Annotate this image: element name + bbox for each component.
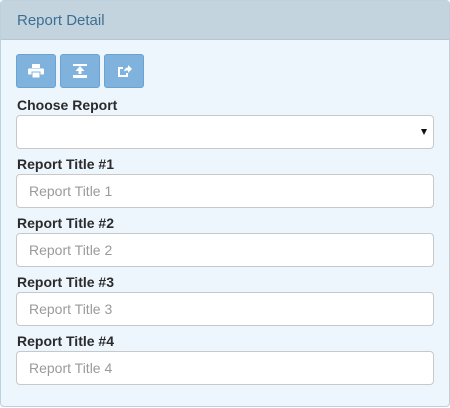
report-title-2-label: Report Title #2 bbox=[17, 215, 114, 231]
print-button[interactable] bbox=[16, 54, 56, 88]
export-icon bbox=[72, 64, 88, 78]
share-button[interactable] bbox=[104, 54, 144, 88]
report-title-4-label: Report Title #4 bbox=[17, 333, 114, 349]
choose-report-select[interactable] bbox=[16, 115, 434, 149]
caret-down-icon bbox=[421, 129, 427, 135]
report-title-1-input[interactable] bbox=[16, 174, 434, 208]
report-title-4-input[interactable] bbox=[16, 351, 434, 385]
panel-title: Report Detail bbox=[17, 11, 105, 29]
choose-report-label: Choose Report bbox=[17, 97, 118, 113]
report-title-3-input[interactable] bbox=[16, 292, 434, 326]
panel-header: Report Detail bbox=[1, 1, 449, 40]
export-button[interactable] bbox=[60, 54, 100, 88]
report-title-3-label: Report Title #3 bbox=[17, 274, 114, 290]
print-icon bbox=[28, 64, 44, 78]
share-icon bbox=[116, 64, 132, 78]
panel-body: Choose Report Report Title #1 Report Tit… bbox=[1, 40, 449, 385]
report-title-2-input[interactable] bbox=[16, 233, 434, 267]
toolbar bbox=[16, 54, 434, 88]
report-detail-panel: Report Detail Choose Report Report Title… bbox=[0, 0, 450, 407]
report-title-1-label: Report Title #1 bbox=[17, 156, 114, 172]
